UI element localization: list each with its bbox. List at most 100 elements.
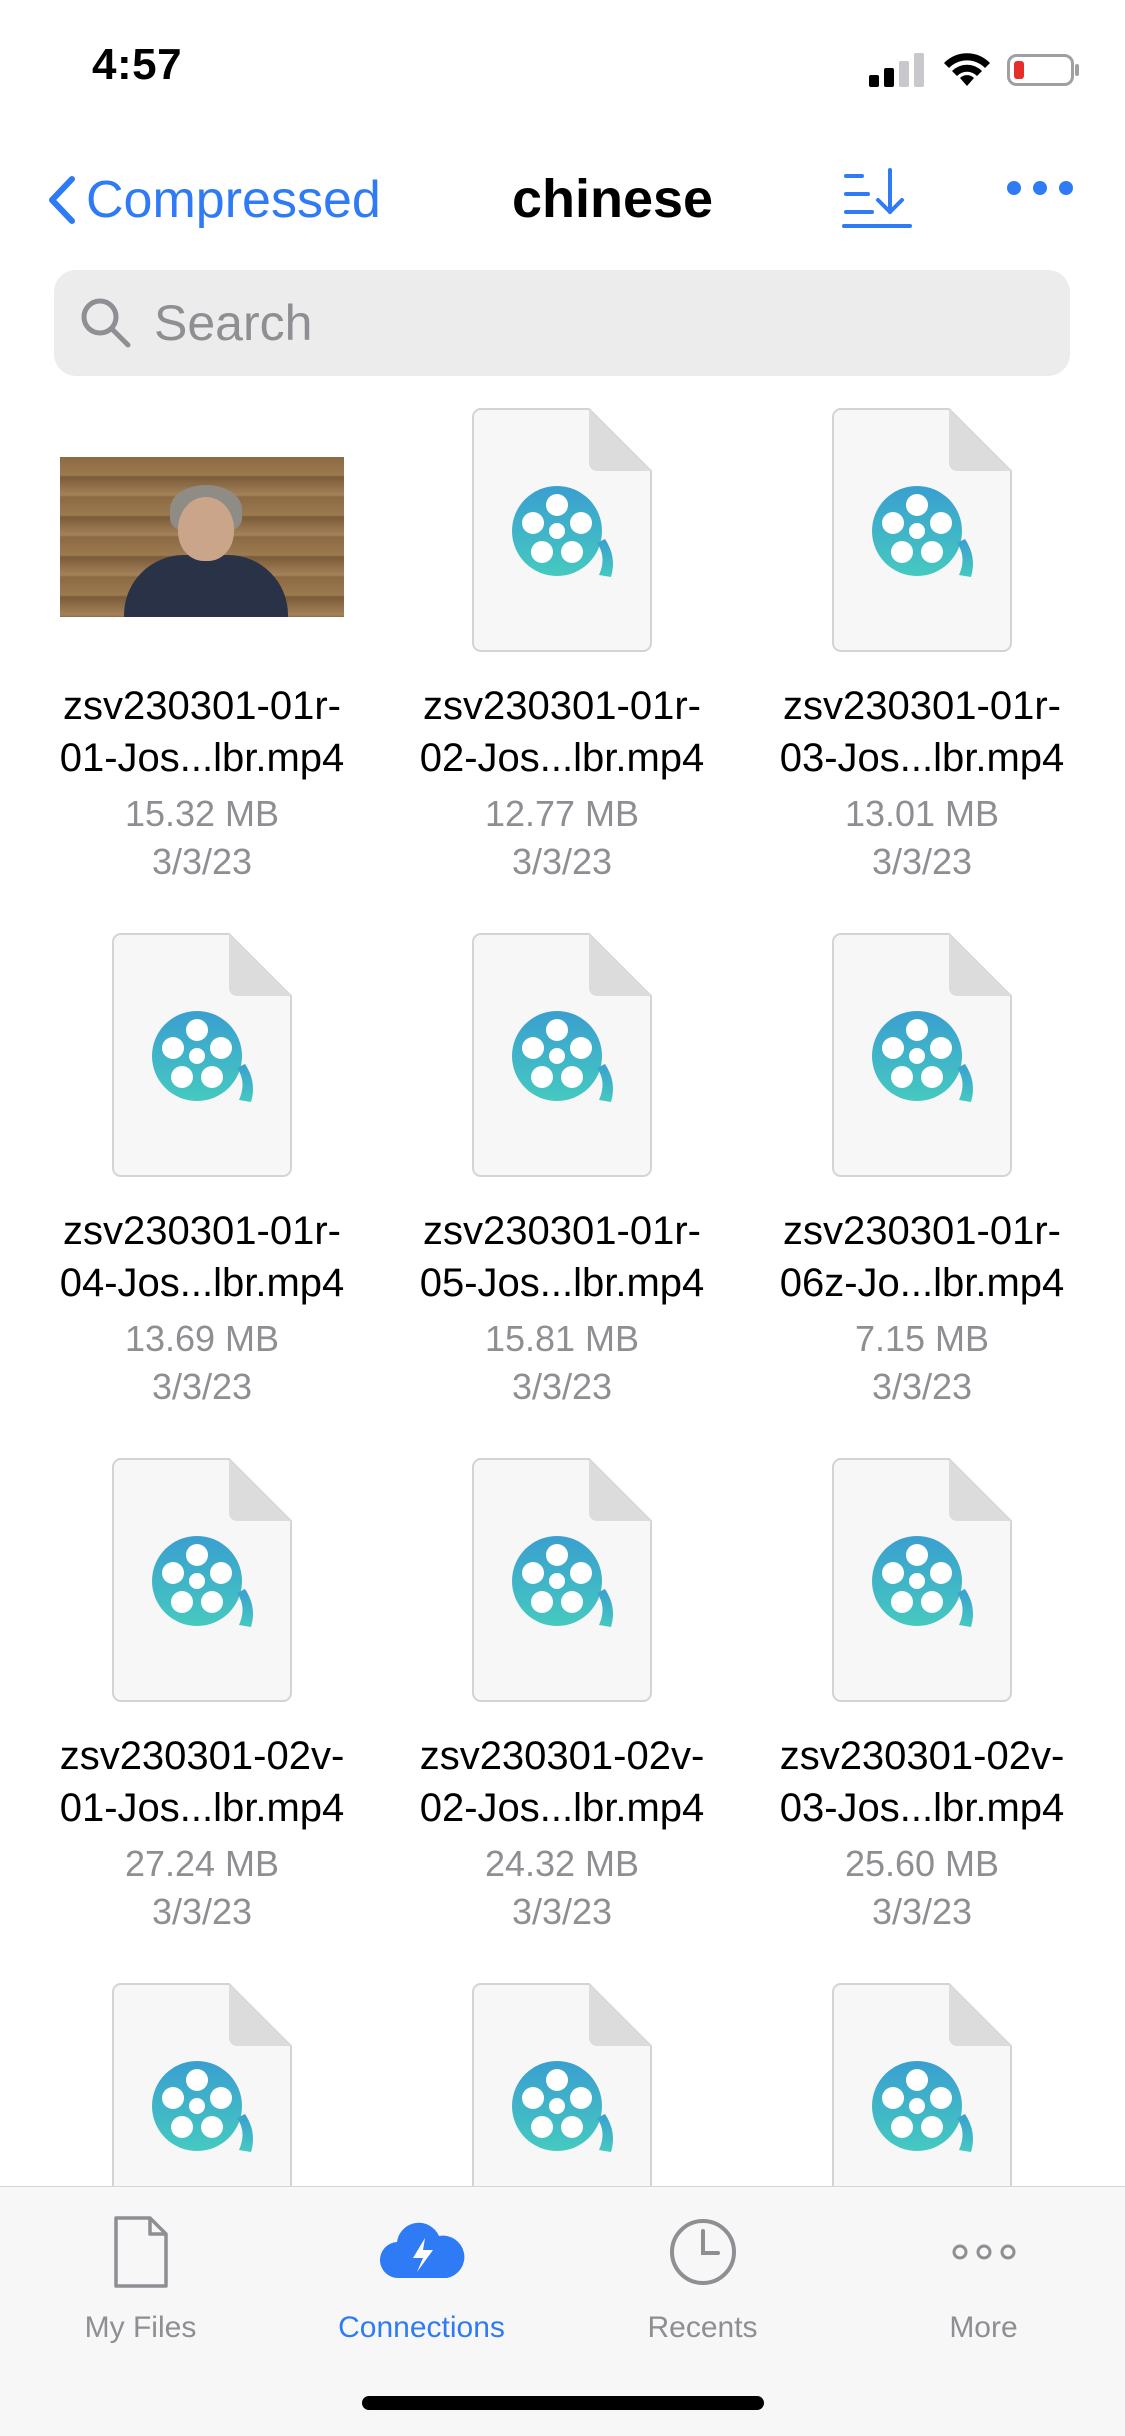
sort-button[interactable] [840,164,914,237]
file-meta: 24.32 MB 3/3/23 [382,1840,742,1936]
file-name-line1: zsv230301-02v- [779,1734,1065,1778]
search-bar[interactable] [54,270,1070,376]
file-name-line1: zsv230301-01r- [63,684,341,728]
file-item[interactable]: zsv230301-01r- 05-Jos...lbr.mp4 15.81 MB 3/… [382,925,742,1425]
file-name-line2: 04-Jos...lbr.mp4 [59,1261,345,1305]
file-name: zsv230301-01r- 01-Jos...lbr.mp4 [2,680,402,784]
file-name-line2: 05-Jos...lbr.mp4 [419,1261,705,1305]
status-bar: 4:57 [0,0,1125,140]
file-name: zsv230301-02v- 03-Jos...lbr.mp4 [722,1730,1122,1834]
file-name-line1: zsv230301-01r- [63,1209,341,1253]
file-thumbnail [382,1450,742,1710]
tab-connections[interactable]: Connections [281,2207,562,2367]
file-date: 3/3/23 [511,841,613,882]
tab-my-files[interactable]: My Files [0,2207,281,2367]
file-name-line2: 03-Jos...lbr.mp4 [779,736,1065,780]
file-name-line2: 02-Jos...lbr.mp4 [419,1786,705,1830]
file-name: zsv230301-01r- 02-Jos...lbr.mp4 [362,680,762,784]
file-name-line2: 03-Jos...lbr.mp4 [779,1786,1065,1830]
file-thumbnail [382,400,742,660]
file-item[interactable]: zsv230301-02v- 02-Jos...lbr.mp4 24.32 MB 3/… [382,1450,742,1950]
file-name-line1: zsv230301-01r- [423,1209,701,1253]
file-date: 3/3/23 [511,1891,613,1932]
navigation-bar: Compressed chinese [0,150,1125,260]
video-file-icon [111,932,293,1178]
ellipsis-icon [1007,181,1073,195]
cloud-bolt-icon [379,2222,464,2279]
file-meta: 15.81 MB 3/3/23 [382,1315,742,1411]
file-size: 15.81 MB [484,1318,640,1359]
file-name-line1: zsv230301-02v- [419,1734,705,1778]
video-file-icon [831,932,1013,1178]
file-size: 7.15 MB [854,1318,990,1359]
file-size: 13.01 MB [844,793,1000,834]
file-meta: 27.24 MB 3/3/23 [22,1840,382,1936]
file-date: 3/3/23 [871,1366,973,1407]
sort-download-icon [842,168,912,228]
clock-icon [669,2219,736,2285]
search-input[interactable] [152,293,956,353]
file-name: zsv230301-01r- 05-Jos...lbr.mp4 [362,1205,762,1309]
file-name-line1: zsv230301-01r- [783,1209,1061,1253]
back-button-label: Compressed [86,171,381,229]
file-date: 3/3/23 [151,841,253,882]
chevron-left-icon [49,176,75,224]
file-item[interactable]: zsv230301-01r- 04-Jos...lbr.mp4 13.69 MB 3/… [22,925,382,1425]
file-date: 3/3/23 [871,841,973,882]
file-size: 15.32 MB [124,793,280,834]
home-indicator [362,2396,764,2410]
file-name: zsv230301-01r- 04-Jos...lbr.mp4 [2,1205,402,1309]
video-file-icon [831,1457,1013,1703]
file-size: 13.69 MB [124,1318,280,1359]
file-size: 25.60 MB [844,1843,1000,1884]
file-size: 27.24 MB [124,1843,280,1884]
tab-label: More [949,2311,1018,2344]
status-icons [869,50,1081,90]
video-file-icon [831,407,1013,653]
file-name-line1: zsv230301-01r- [783,684,1061,728]
file-name-line2: 01-Jos...lbr.mp4 [59,736,345,780]
tab-more[interactable]: More [843,2207,1124,2367]
video-file-icon [471,407,653,653]
file-thumbnail [382,925,742,1185]
file-name-line2: 06z-Jo...lbr.mp4 [779,1261,1065,1305]
file-meta: 13.01 MB 3/3/23 [742,790,1102,886]
file-date: 3/3/23 [151,1891,253,1932]
back-button[interactable]: Compressed [46,170,381,230]
document-icon [113,2216,168,2288]
file-item[interactable]: zsv230301-01r- 03-Jos...lbr.mp4 13.01 MB 3/… [742,400,1102,900]
file-name: zsv230301-01r- 06z-Jo...lbr.mp4 [722,1205,1122,1309]
file-meta: 13.69 MB 3/3/23 [22,1315,382,1411]
file-item[interactable]: zsv230301-01r- 01-Jos...lbr.mp4 15.32 MB 3/… [22,400,382,900]
file-date: 3/3/23 [511,1366,613,1407]
file-thumbnail [22,1450,382,1710]
more-options-button[interactable] [1006,178,1074,203]
file-thumbnail [22,925,382,1185]
file-item[interactable]: zsv230301-02v- 03-Jos...lbr.mp4 25.60 MB 3/… [742,1450,1102,1950]
ellipsis-icon [952,2244,1015,2260]
file-name: zsv230301-02v- 02-Jos...lbr.mp4 [362,1730,762,1834]
status-time: 4:57 [92,40,183,89]
file-item[interactable]: zsv230301-01r- 06z-Jo...lbr.mp4 7.15 MB 3/3… [742,925,1102,1425]
file-name: zsv230301-02v- 01-Jos...lbr.mp4 [2,1730,402,1834]
file-thumbnail [742,925,1102,1185]
search-icon [81,298,131,348]
file-name-line2: 02-Jos...lbr.mp4 [419,736,705,780]
tab-label: My Files [84,2311,197,2344]
video-file-icon [471,932,653,1178]
file-size: 12.77 MB [484,793,640,834]
tab-recents[interactable]: Recents [562,2207,843,2367]
files-app-screen: 4:57 Compressed chinese Search zsv230301… [0,0,1125,2436]
file-name-line1: zsv230301-01r- [423,684,701,728]
tab-label: Recents [647,2311,758,2344]
file-item[interactable]: zsv230301-02v- 01-Jos...lbr.mp4 27.24 MB 3/… [22,1450,382,1950]
file-thumbnail [742,1450,1102,1710]
file-meta: 25.60 MB 3/3/23 [742,1840,1102,1936]
file-thumbnail [22,400,382,660]
file-item[interactable]: zsv230301-01r- 02-Jos...lbr.mp4 12.77 MB 3/… [382,400,742,900]
file-date: 3/3/23 [151,1366,253,1407]
file-size: 24.32 MB [484,1843,640,1884]
video-file-icon [111,1457,293,1703]
tab-label: Connections [338,2311,505,2344]
file-name-line2: 01-Jos...lbr.mp4 [59,1786,345,1830]
